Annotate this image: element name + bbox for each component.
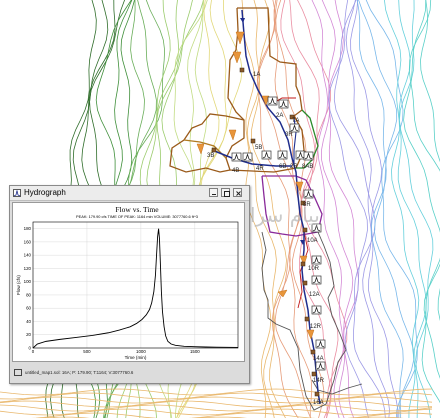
contour-line [398,0,434,418]
node-label: 4B [232,168,239,174]
minimize-icon [212,194,216,195]
status-bar: untitled_map1.sol: 16A; P: 179.90; T:116… [13,368,246,380]
contour-line [420,0,440,321]
close-icon [235,190,241,196]
junction-node-icon[interactable] [302,280,308,286]
node-label: 16A [313,400,324,406]
node-label: 2R [290,164,298,170]
contour-line [0,404,433,412]
junction-node-icon[interactable] [211,147,217,153]
y-tick-label: 80 [26,292,31,297]
y-tick-label: 20 [26,332,31,337]
junction-node-icon[interactable] [239,67,245,73]
window-titlebar[interactable]: Hydrograph [10,186,249,201]
flow-series-line [32,228,239,349]
contour-line [0,400,433,408]
junction-node-icon[interactable] [311,371,317,377]
node-label: 8AB [302,164,313,170]
node-label: 3R [285,132,293,138]
node-label: 1A [253,72,260,78]
junction-node-icon[interactable] [250,138,256,144]
chart-title: Flow vs. Time [115,205,159,214]
hydrograph-window[interactable]: Hydrograph Flow vs. Time PEAK: 179.90 cf… [9,185,250,384]
flow-vs-time-chart: Flow vs. Time PEAK: 179.90 cfs TIME OF P… [16,205,239,360]
hydrograph-icon [13,189,21,197]
junction-node-icon[interactable] [302,227,308,233]
watermark-text: پیام سرا [250,203,320,228]
junction-node-icon[interactable] [314,391,320,397]
node-label: 6B [279,164,286,170]
hydrograph-plot-area[interactable]: Flow vs. Time PEAK: 179.90 cfs TIME OF P… [12,202,245,362]
x-tick-label: 1500 [190,349,200,354]
y-tick-label: 100 [24,279,32,284]
status-text: untitled_map1.sol: 16A; P: 179.90; T:116… [25,370,134,375]
y-tick-label: 160 [24,239,32,244]
contour-line [358,0,415,418]
node-label: 7A [292,118,299,124]
node-label: 14R [313,378,325,384]
y-tick-label: 120 [24,266,32,271]
junction-node-icon[interactable] [300,261,306,267]
node-label: 4R [256,166,264,172]
node-label: 10R [308,266,320,272]
y-tick-label: 140 [24,253,32,258]
contour-line [328,0,360,418]
chart-gridlines [32,222,238,349]
maximize-button[interactable] [221,188,230,197]
y-axis-label: Flow (cfs) [16,275,21,295]
flow-arrow-icon [228,129,237,141]
window-title: Hydrograph [24,188,66,197]
chart-axes-box [32,221,239,349]
west-subbasin-boundary [169,113,245,173]
contour-line [356,0,404,418]
node-label: 12R [310,324,322,330]
node-label: 3B [207,153,214,159]
node-label: 10A [307,238,318,244]
y-tick-label: 60 [26,306,31,311]
x-axis-label: Time (min) [125,355,147,360]
y-tick-label: 180 [24,226,32,231]
y-tick-label: 40 [26,319,31,324]
node-label: 5B [255,145,262,151]
node-label: 2A [276,113,283,119]
node-label: 12A [309,292,320,298]
x-tick-label: 0 [32,349,35,354]
contour-line [345,0,390,418]
close-button[interactable] [233,188,242,197]
node-label: 14A [313,356,324,362]
maximize-icon [223,190,230,197]
junction-node-icon[interactable] [310,349,316,355]
minimize-button[interactable] [209,188,218,197]
x-tick-label: 500 [83,349,91,354]
print-icon[interactable] [14,369,22,376]
flow-arrow-icon [196,143,205,155]
x-tick-label: 1000 [136,349,146,354]
chart-subtitle: PEAK: 179.90 cfs TIME OF PEAK: 1164 min … [76,214,198,219]
junction-node-icon[interactable] [304,316,310,322]
